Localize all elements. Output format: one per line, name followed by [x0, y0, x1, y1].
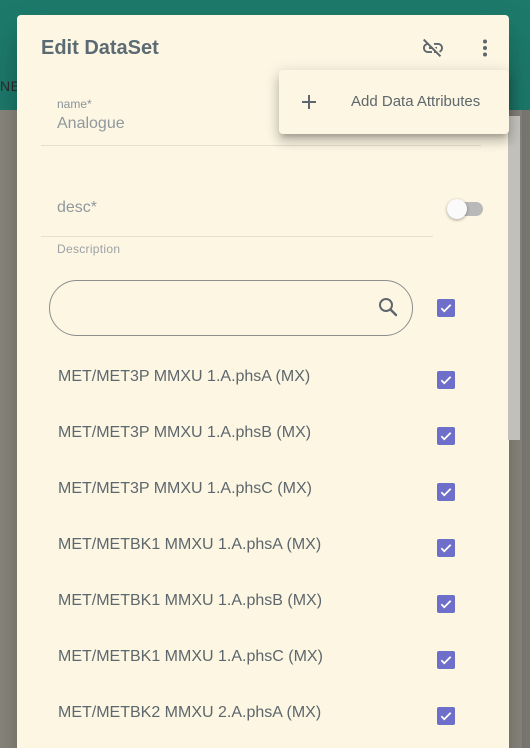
check-icon [440, 376, 452, 385]
check-icon [440, 544, 452, 553]
name-field-underline [41, 145, 481, 146]
list-item-checkbox[interactable] [437, 539, 455, 557]
list-item[interactable]: MET/METBK1 MMXU 1.A.phsB (MX) [17, 576, 487, 632]
list-item-checkbox[interactable] [437, 595, 455, 613]
plus-icon [302, 95, 316, 109]
list-item-checkbox[interactable] [437, 651, 455, 669]
link-off-icon [423, 38, 443, 58]
list-item-label: MET/MET3P MMXU 1.A.phsA (MX) [58, 368, 311, 385]
list-item[interactable]: MET/MET3P MMXU 1.A.phsB (MX) [17, 408, 487, 464]
check-icon [440, 488, 452, 497]
list-item-label: MET/METBK1 MMXU 1.A.phsA (MX) [58, 536, 322, 553]
unlink-button[interactable] [415, 30, 451, 66]
list-item-checkbox[interactable] [437, 427, 455, 445]
toggle-thumb [447, 199, 467, 219]
list-item-checkbox[interactable] [437, 707, 455, 725]
list-item[interactable]: MET/MET3P MMXU 1.A.phsA (MX) [17, 352, 487, 408]
filter-search-input[interactable] [70, 297, 370, 321]
list-item-checkbox[interactable] [437, 483, 455, 501]
list-item-checkbox[interactable] [437, 371, 455, 389]
check-icon [440, 712, 452, 721]
name-field-label: name* [57, 97, 92, 111]
background-edge [522, 110, 530, 748]
check-icon [440, 656, 452, 665]
desc-toggle-switch[interactable] [447, 199, 483, 219]
more-options-button[interactable] [467, 30, 503, 66]
menu-item-add-data-attributes[interactable]: Add Data Attributes [279, 70, 509, 134]
menu-item-label: Add Data Attributes [351, 93, 481, 110]
desc-field-placeholder[interactable]: desc* [57, 199, 97, 217]
options-menu: Add Data Attributes [279, 70, 509, 134]
desc-field-helper: Description [57, 242, 121, 256]
desc-field-underline [41, 236, 433, 237]
list-item-label: MET/METBK1 MMXU 1.A.phsC (MX) [58, 648, 323, 665]
dialog-title: Edit DataSet [41, 37, 159, 59]
check-icon [440, 432, 452, 441]
list-item-label: MET/MET3P MMXU 1.A.phsC (MX) [58, 480, 312, 497]
list-item-label: MET/METBK2 MMXU 2.A.phsA (MX) [58, 704, 322, 721]
list-item[interactable]: MET/METBK1 MMXU 1.A.phsC (MX) [17, 632, 487, 688]
list-item[interactable]: MET/MET3P MMXU 1.A.phsC (MX) [17, 464, 487, 520]
filter-search-box[interactable] [49, 280, 413, 336]
list-item[interactable]: MET/METBK2 MMXU 2.A.phsA (MX) [17, 688, 487, 744]
scrollbar-thumb[interactable] [508, 116, 520, 440]
check-icon [440, 600, 452, 609]
list-item[interactable]: MET/METBK1 MMXU 1.A.phsA (MX) [17, 520, 487, 576]
select-all-checkbox[interactable] [437, 299, 455, 317]
more-vert-icon [483, 39, 487, 57]
name-field-value[interactable]: Analogue [57, 115, 125, 133]
search-icon[interactable] [376, 295, 400, 319]
list-item-label: MET/METBK1 MMXU 1.A.phsB (MX) [58, 592, 323, 609]
list-item-label: MET/MET3P MMXU 1.A.phsB (MX) [58, 424, 312, 441]
check-icon [440, 304, 452, 313]
